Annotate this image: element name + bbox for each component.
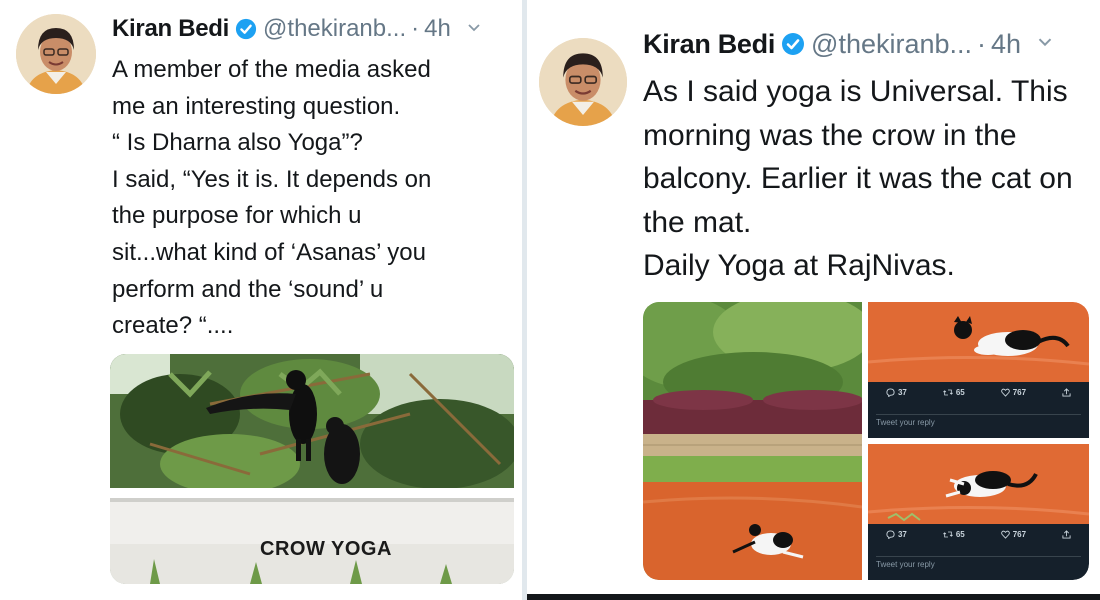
crow-yoga-caption: CROW YOGA <box>260 538 392 560</box>
share-icon[interactable] <box>1062 530 1071 539</box>
author-handle[interactable]: @thekiranb... <box>811 29 972 60</box>
avatar[interactable] <box>539 38 627 126</box>
embedded-tweet-screenshot[interactable]: 37 65 767 Tweet your reply <box>868 444 1089 580</box>
embedded-tweet-screenshot[interactable]: 37 65 767 Tweet your reply <box>868 302 1089 438</box>
heart-icon <box>1000 530 1010 539</box>
timestamp[interactable]: 4h <box>991 29 1021 60</box>
retweet-icon <box>942 531 953 538</box>
avatar-image <box>16 14 96 94</box>
retweet-count[interactable]: 65 <box>942 530 965 539</box>
avatar-image <box>539 38 627 126</box>
reply-count[interactable]: 37 <box>886 388 907 397</box>
tweet-1[interactable]: Kiran Bedi @thekiranb... · 4h A member o… <box>0 0 522 600</box>
reply-input[interactable]: Tweet your reply <box>876 556 1081 572</box>
tweet-2[interactable]: Kiran Bedi @thekiranb... · 4h As I said … <box>527 0 1100 600</box>
tweet-photo-grid: 37 65 767 Tweet your reply 37 65 767 Twe… <box>643 302 1089 580</box>
tweet-text: A member of the media asked me an intere… <box>112 56 432 340</box>
embedded-action-bar: 37 65 767 Tweet your reply <box>868 524 1089 580</box>
cat-on-mat-image <box>868 302 1089 382</box>
share-icon[interactable] <box>1062 388 1071 397</box>
tweet-header: Kiran Bedi @thekiranb... · 4h <box>112 12 481 46</box>
chevron-down-icon[interactable] <box>1037 35 1053 53</box>
reply-count[interactable]: 37 <box>886 530 907 539</box>
tweet-text: As I said yoga is Universal. This mornin… <box>643 75 1073 282</box>
embedded-action-bar: 37 65 767 Tweet your reply <box>868 382 1089 438</box>
garden-cat-image <box>643 302 862 580</box>
heart-icon <box>1000 388 1010 397</box>
like-count[interactable]: 767 <box>1000 530 1026 539</box>
retweet-count[interactable]: 65 <box>942 388 965 397</box>
timestamp[interactable]: 4h <box>424 15 451 43</box>
verified-badge-icon <box>781 32 805 56</box>
author-name[interactable]: Kiran Bedi <box>643 29 775 60</box>
reply-icon <box>886 388 895 397</box>
verified-badge-icon <box>235 18 257 40</box>
author-name[interactable]: Kiran Bedi <box>112 15 229 43</box>
tweet-photo[interactable]: CROW YOGA <box>110 354 514 584</box>
photo-garden[interactable] <box>643 302 862 580</box>
header-separator: · <box>977 28 987 59</box>
tweet-header: Kiran Bedi @thekiranb... · 4h <box>643 26 1053 62</box>
chevron-down-icon[interactable] <box>467 20 481 38</box>
header-separator: · <box>411 15 420 42</box>
author-handle[interactable]: @thekiranb... <box>263 15 406 43</box>
retweet-icon <box>942 389 953 396</box>
like-count[interactable]: 767 <box>1000 388 1026 397</box>
reply-input[interactable]: Tweet your reply <box>876 414 1081 430</box>
reply-icon <box>886 530 895 539</box>
avatar[interactable] <box>16 14 96 94</box>
cat-stretching-image <box>868 444 1089 524</box>
